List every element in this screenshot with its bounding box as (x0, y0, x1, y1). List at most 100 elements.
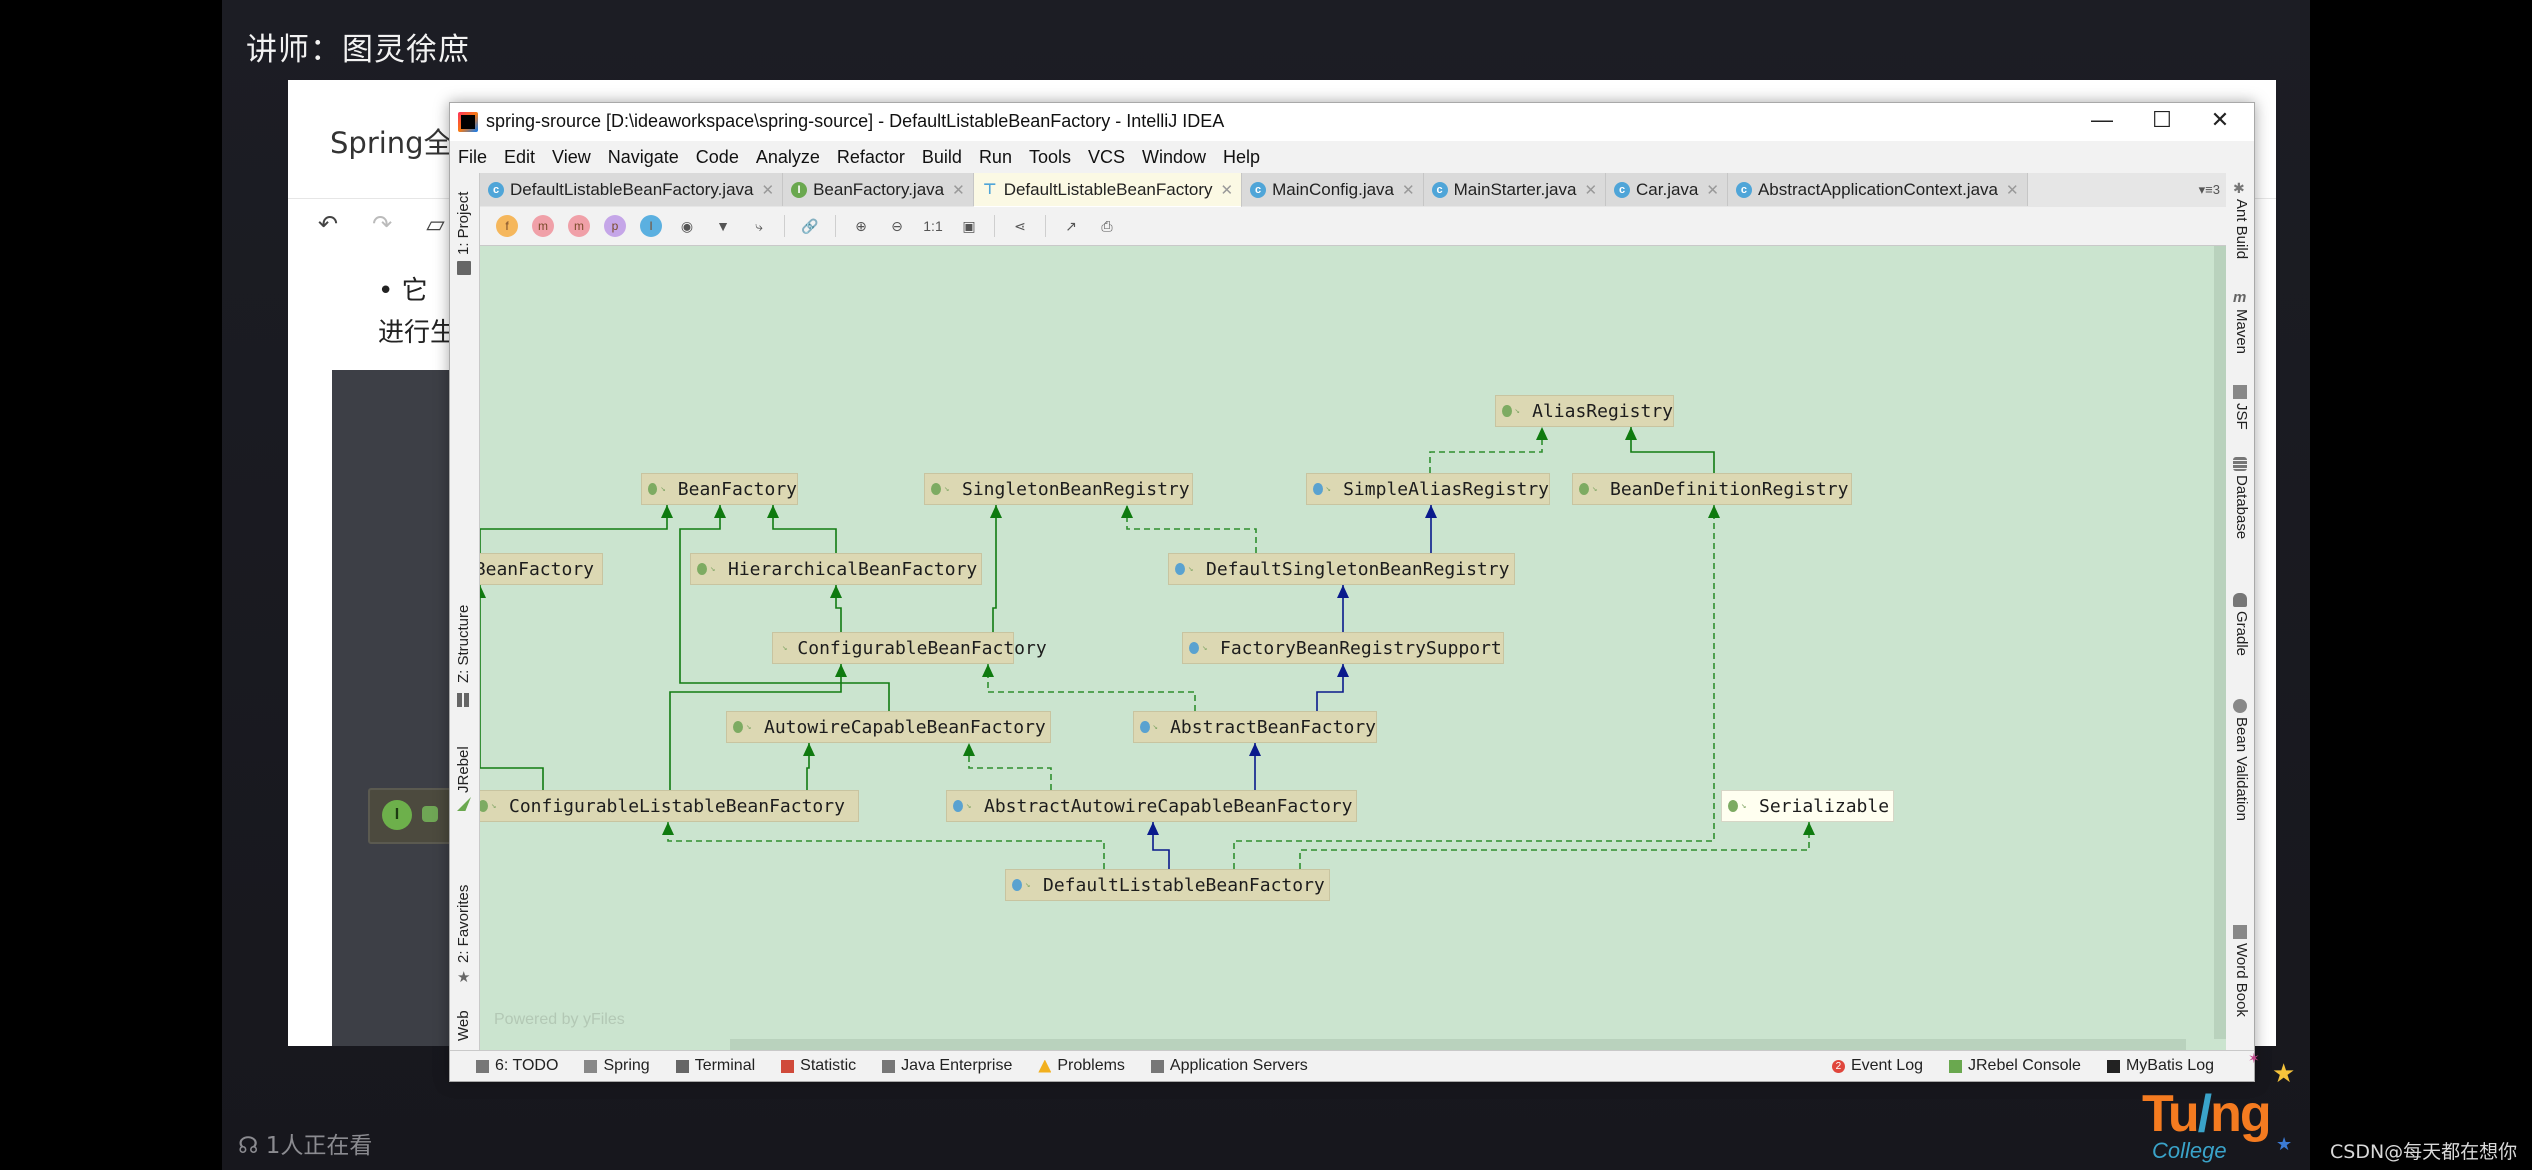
uml-edge[interactable] (1316, 664, 1344, 711)
menu-help[interactable]: Help (1223, 147, 1260, 168)
close-tab-icon[interactable]: ✕ (1402, 181, 1415, 199)
editor-tab[interactable]: c DefaultListableBeanFactory.java ✕ (480, 173, 784, 206)
uml-node-alias-registry[interactable]: ↘ AliasRegistry (1495, 395, 1674, 427)
tool-window-bean-validation[interactable]: Bean Validation (2233, 717, 2250, 821)
properties-toggle-button[interactable]: p (604, 215, 626, 237)
uml-edge[interactable] (987, 664, 1196, 711)
undo-icon[interactable]: ↶ (318, 210, 338, 239)
uml-node-default-listable-bean-factory[interactable]: ↘ DefaultListableBeanFactory (1005, 869, 1330, 901)
tool-window-spring[interactable]: Spring (584, 1057, 650, 1075)
menu-vcs[interactable]: VCS (1088, 147, 1125, 168)
tool-window-problems[interactable]: Problems (1038, 1057, 1125, 1075)
tool-window-jrebel-console[interactable]: JRebel Console (1949, 1057, 2081, 1075)
menu-build[interactable]: Build (922, 147, 962, 168)
eraser-icon[interactable]: ▱ (426, 210, 444, 239)
print-button[interactable]: ⎙ (1096, 215, 1118, 237)
uml-edge[interactable] (968, 743, 1052, 790)
menu-window[interactable]: Window (1142, 147, 1206, 168)
editor-tab[interactable]: ⊤ DefaultListableBeanFactory ✕ (973, 173, 1243, 209)
uml-node-bean-definition-registry[interactable]: ↘ BeanDefinitionRegistry (1572, 473, 1852, 505)
menu-code[interactable]: Code (696, 147, 739, 168)
uml-edge[interactable] (480, 505, 668, 553)
tool-window-ant-build[interactable]: Ant Build (2233, 199, 2250, 259)
tabs-overflow-button[interactable]: ▾≡3 (2199, 173, 2226, 207)
uml-node-bean-factory[interactable]: ↘ BeanFactory (641, 473, 798, 505)
methods-toggle-button[interactable]: m (568, 215, 590, 237)
tool-window-jsf[interactable]: JSF (2233, 403, 2250, 430)
tool-window-event-log[interactable]: 2 Event Log (1831, 1057, 1923, 1075)
menu-file[interactable]: File (458, 147, 487, 168)
tool-window-maven[interactable]: Maven (2233, 309, 2250, 354)
redo-icon[interactable]: ↷ (372, 210, 392, 239)
constructors-toggle-button[interactable]: m (532, 215, 554, 237)
visibility-filter-button[interactable]: ◉ (676, 215, 698, 237)
uml-edge[interactable] (1630, 427, 1715, 473)
actual-size-button[interactable]: 1:1 (922, 215, 944, 237)
export-button[interactable]: ↗ (1060, 215, 1082, 237)
menu-tools[interactable]: Tools (1029, 147, 1071, 168)
uml-edge[interactable] (992, 505, 997, 632)
uml-node-configurable-listable-bean-factory[interactable]: ↘ ConfigurableListableBeanFactory (480, 790, 859, 822)
inner-classes-toggle-button[interactable]: I (640, 215, 662, 237)
tool-window-application-servers[interactable]: Application Servers (1150, 1057, 1308, 1075)
uml-node-abstract-bean-factory[interactable]: ↘ AbstractBeanFactory (1133, 711, 1377, 743)
close-tab-icon[interactable]: ✕ (2006, 181, 2019, 199)
dependencies-button[interactable]: 🔗 (799, 215, 821, 237)
tool-window-mybatis-log[interactable]: MyBatis Log (2106, 1057, 2214, 1075)
uml-node-autowire-capable-bean-factory[interactable]: ↘ AutowireCapableBeanFactory (726, 711, 1051, 743)
uml-node-factory-bean-registry-support[interactable]: ↘ FactoryBeanRegistrySupport (1182, 632, 1504, 664)
menu-edit[interactable]: Edit (504, 147, 535, 168)
editor-tab[interactable]: c AbstractApplicationContext.java ✕ (1727, 173, 2028, 206)
uml-edge[interactable] (1429, 427, 1543, 473)
uml-node-serializable[interactable]: ↘ Serializable (1721, 790, 1894, 822)
uml-node-configurable-bean-factory[interactable]: ↘ ConfigurableBeanFactory (772, 632, 1047, 664)
menu-run[interactable]: Run (979, 147, 1012, 168)
uml-node-listable-bean-factory[interactable]: BeanFactory (480, 553, 603, 585)
menu-view[interactable]: View (552, 147, 591, 168)
menu-navigate[interactable]: Navigate (608, 147, 679, 168)
menu-analyze[interactable]: Analyze (756, 147, 820, 168)
fit-content-button[interactable]: ▣ (958, 215, 980, 237)
tool-window-6-todo[interactable]: 6: TODO (476, 1057, 558, 1075)
fields-toggle-button[interactable]: f (496, 215, 518, 237)
vertical-scrollbar[interactable] (2214, 246, 2226, 1039)
zoom-in-button[interactable]: ⊕ (850, 215, 872, 237)
tool-window-gradle[interactable]: Gradle (2233, 611, 2250, 656)
uml-edge[interactable] (679, 505, 890, 711)
uml-node-default-singleton-bean-registry[interactable]: ↘ DefaultSingletonBeanRegistry (1168, 553, 1515, 585)
uml-diagram-canvas[interactable]: ↘ AliasRegistry ↘ SimpleAliasRegistry ↘ BeanD… (480, 246, 2226, 1051)
tool-window-favorites[interactable]: 2: Favorites (455, 885, 472, 963)
filter-button[interactable]: ▼ (712, 215, 734, 237)
zoom-out-button[interactable]: ⊖ (886, 215, 908, 237)
tool-window-structure[interactable]: Z: Structure (455, 605, 472, 683)
close-tab-icon[interactable]: ✕ (762, 181, 775, 199)
editor-tab[interactable]: c MainConfig.java ✕ (1242, 173, 1424, 206)
tool-window-jrebel[interactable]: JRebel (455, 746, 472, 793)
uml-edge[interactable] (772, 505, 837, 553)
menu-refactor[interactable]: Refactor (837, 147, 905, 168)
editor-tab[interactable]: c Car.java ✕ (1606, 173, 1728, 206)
tool-window-word-book[interactable]: Word Book (2233, 943, 2250, 1017)
layout-button[interactable]: ⋖ (1009, 215, 1031, 237)
maximize-button[interactable]: ☐ (2142, 107, 2182, 133)
edge-mode-button[interactable]: ⤷ (748, 215, 770, 237)
uml-edge[interactable] (1126, 505, 1257, 553)
editor-tab[interactable]: I BeanFactory.java ✕ (783, 173, 974, 206)
editor-tab[interactable]: c MainStarter.java ✕ (1423, 173, 1607, 206)
close-tab-icon[interactable]: ✕ (1706, 181, 1719, 199)
uml-edge[interactable] (1299, 822, 1810, 869)
uml-node-abstract-autowire-capable-bean-factory[interactable]: ↘ AbstractAutowireCapableBeanFactory (946, 790, 1357, 822)
close-tab-icon[interactable]: ✕ (952, 181, 965, 199)
close-tab-icon[interactable]: ✕ (1584, 181, 1597, 199)
tool-window-web[interactable]: Web (455, 1010, 472, 1041)
close-button[interactable]: ✕ (2200, 107, 2240, 133)
uml-node-hierarchical-bean-factory[interactable]: ↘ HierarchicalBeanFactory (690, 553, 982, 585)
tool-window-project[interactable]: 1: Project (455, 192, 472, 255)
tool-window-terminal[interactable]: Terminal (675, 1057, 755, 1075)
uml-edge[interactable] (480, 585, 544, 790)
uml-node-singleton-bean-registry[interactable]: ↘ SingletonBeanRegistry (924, 473, 1193, 505)
uml-edge[interactable] (667, 822, 1105, 869)
minimize-button[interactable]: — (2082, 107, 2122, 133)
tool-window-statistic[interactable]: Statistic (781, 1057, 856, 1075)
tool-window-database[interactable]: Database (2233, 475, 2250, 539)
